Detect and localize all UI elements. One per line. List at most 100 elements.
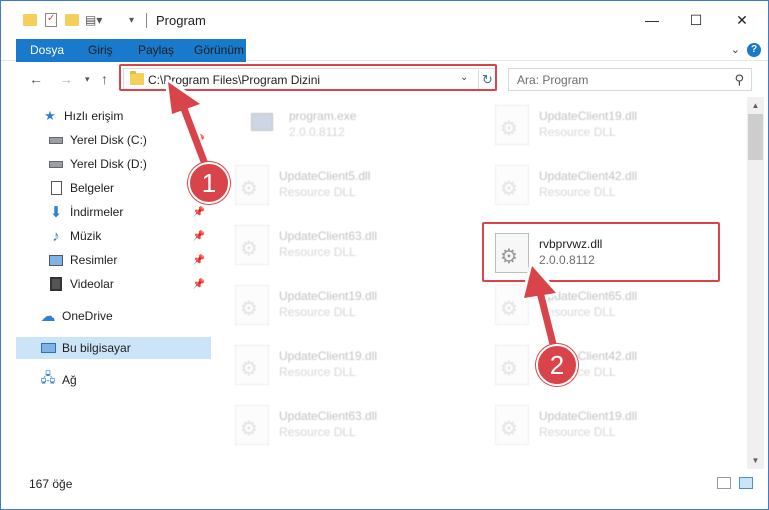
file-name: UpdateClient63.dll <box>279 229 378 243</box>
up-arrow-icon[interactable]: ↑ <box>101 71 108 87</box>
properties-icon[interactable]: ✓ <box>45 11 57 29</box>
file-description: Resource DLL <box>539 305 616 319</box>
nav-item-label: Ağ <box>62 373 77 387</box>
tab-view[interactable]: Görünüm <box>181 39 257 61</box>
nav-item-label: Hızlı erişim <box>64 109 124 123</box>
file-item[interactable]: ⚙ UpdateClient63.dll Resource DLL <box>227 397 457 453</box>
file-item[interactable]: ⚙ UpdateClient42.dll Resource DLL <box>487 157 717 213</box>
nav-local-disk-d[interactable]: Yerel Disk (D:) <box>48 153 211 175</box>
file-item[interactable]: ⚙ UpdateClient42.dll Resource DLL <box>487 337 717 393</box>
item-count: 167 öğe <box>29 477 73 491</box>
nav-onedrive[interactable]: ☁ OneDrive <box>40 305 211 327</box>
ribbon-expand-icon[interactable]: ⌄ <box>731 43 740 56</box>
folder-icon <box>23 11 37 29</box>
nav-local-disk-c[interactable]: Yerel Disk (C:) 📌 <box>48 129 211 151</box>
help-icon[interactable]: ? <box>747 43 761 57</box>
cloud-icon: ☁ <box>40 308 56 325</box>
nav-item-label: Bu bilgisayar <box>62 341 131 355</box>
search-input[interactable]: Ara: Program ⚲ <box>508 68 752 91</box>
window-title: Program <box>156 13 206 28</box>
file-item[interactable]: ⚙ UpdateClient19.dll Resource DLL <box>227 277 457 333</box>
pin-icon[interactable]: 📌 <box>193 231 205 242</box>
music-icon: ♪ <box>52 227 60 245</box>
file-name: program.exe <box>289 109 357 123</box>
nav-item-label: OneDrive <box>62 309 113 323</box>
nav-item-label: Videolar <box>70 277 114 291</box>
nav-item-label: Yerel Disk (D:) <box>70 157 147 171</box>
file-item[interactable]: ⚙ UpdateClient19.dll Resource DLL <box>487 97 717 153</box>
file-name: UpdateClient19.dll <box>539 109 638 123</box>
file-name: UpdateClient42.dll <box>539 169 638 183</box>
step-badge-2: 2 <box>536 344 578 386</box>
video-icon <box>48 276 64 292</box>
dll-icon: ⚙ <box>235 405 269 445</box>
tiles-view-icon[interactable] <box>739 477 753 489</box>
scroll-down-icon[interactable]: ▼ <box>747 452 764 469</box>
file-item[interactable]: ⚙ UpdateClient19.dll Resource DLL <box>487 397 717 453</box>
minimize-button[interactable]: — <box>629 1 675 39</box>
file-description: Resource DLL <box>279 425 356 439</box>
new-folder-icon[interactable] <box>65 11 79 29</box>
vertical-scrollbar[interactable]: ▲ ▼ <box>747 97 764 469</box>
dll-icon: ⚙ <box>235 345 269 385</box>
dll-icon: ⚙ <box>235 165 269 205</box>
title-bar: ✓ ▤▾ ▾ Program — ☐ ✕ <box>1 1 768 39</box>
dll-icon: ⚙ <box>495 105 529 145</box>
pin-icon[interactable]: 📌 <box>193 255 205 266</box>
details-view-icon[interactable] <box>717 477 731 489</box>
tab-share[interactable]: Paylaş <box>125 39 187 61</box>
back-arrow-icon[interactable]: ← <box>29 71 43 87</box>
dll-icon: ⚙ <box>495 345 529 385</box>
tab-home[interactable]: Giriş <box>75 39 126 61</box>
drive-icon <box>48 132 64 148</box>
file-name: UpdateClient19.dll <box>279 349 378 363</box>
nav-documents[interactable]: Belgeler 📌 <box>48 177 211 199</box>
customize-toolbar-icon[interactable]: ▤▾ <box>85 11 102 29</box>
ribbon-tabs: Dosya Giriş Paylaş Görünüm ⌄ ? <box>1 39 768 95</box>
nav-item-label: Resimler <box>70 253 118 267</box>
nav-network[interactable]: 🖧 Ağ <box>40 369 211 391</box>
dll-icon: ⚙ <box>495 405 529 445</box>
address-highlight-box <box>119 64 497 91</box>
status-bar: 167 öğe <box>1 469 768 497</box>
file-item[interactable]: ⚙ UpdateClient19.dll Resource DLL <box>227 337 457 393</box>
file-description: Resource DLL <box>279 365 356 379</box>
file-name: UpdateClient65.dll <box>539 289 638 303</box>
file-name: UpdateClient19.dll <box>539 409 638 423</box>
nav-quick-access[interactable]: ★ Hızlı erişim <box>42 105 211 127</box>
nav-music[interactable]: ♪ Müzik 📌 <box>48 225 211 247</box>
pin-icon[interactable]: 📌 <box>193 279 205 290</box>
nav-item-label: Yerel Disk (C:) <box>70 133 147 147</box>
chevron-down-icon[interactable]: ▾ <box>129 11 134 29</box>
maximize-button[interactable]: ☐ <box>673 1 719 39</box>
file-name: UpdateClient63.dll <box>279 409 378 423</box>
dll-icon: ⚙ <box>495 285 529 325</box>
nav-downloads[interactable]: ⬇ İndirmeler 📌 <box>48 201 211 223</box>
file-item[interactable]: ⚙ UpdateClient63.dll Resource DLL <box>227 217 457 273</box>
documents-icon <box>48 180 64 196</box>
search-icon[interactable]: ⚲ <box>734 72 744 88</box>
nav-pictures[interactable]: Resimler 📌 <box>48 249 211 271</box>
recent-dropdown-icon[interactable]: ▾ <box>85 74 90 85</box>
dll-icon: ⚙ <box>235 225 269 265</box>
star-icon: ★ <box>44 108 56 123</box>
file-name: UpdateClient5.dll <box>279 169 371 183</box>
scroll-thumb[interactable] <box>748 114 763 160</box>
pin-icon[interactable]: 📌 <box>193 135 205 146</box>
nav-videos[interactable]: Videolar 📌 <box>48 273 211 295</box>
pin-icon[interactable]: 📌 <box>193 207 205 218</box>
file-item[interactable]: ⚙ UpdateClient5.dll Resource DLL <box>227 157 457 213</box>
drive-icon <box>48 156 64 172</box>
forward-arrow-icon[interactable]: → <box>59 71 73 87</box>
scroll-up-icon[interactable]: ▲ <box>747 97 764 114</box>
file-item[interactable]: ⚙ UpdateClient65.dll Resource DLL <box>487 277 717 333</box>
close-button[interactable]: ✕ <box>719 1 765 39</box>
navigation-pane: ★ Hızlı erişim Yerel Disk (C:) 📌 Yerel D… <box>16 97 211 467</box>
exe-icon <box>245 105 279 145</box>
computer-icon <box>40 340 56 356</box>
download-icon: ⬇ <box>49 204 63 221</box>
file-description: Resource DLL <box>539 185 616 199</box>
nav-this-pc[interactable]: Bu bilgisayar <box>16 337 211 359</box>
file-description: Resource DLL <box>279 185 356 199</box>
file-item-program-exe[interactable]: program.exe 2.0.0.8112 <box>237 97 467 153</box>
